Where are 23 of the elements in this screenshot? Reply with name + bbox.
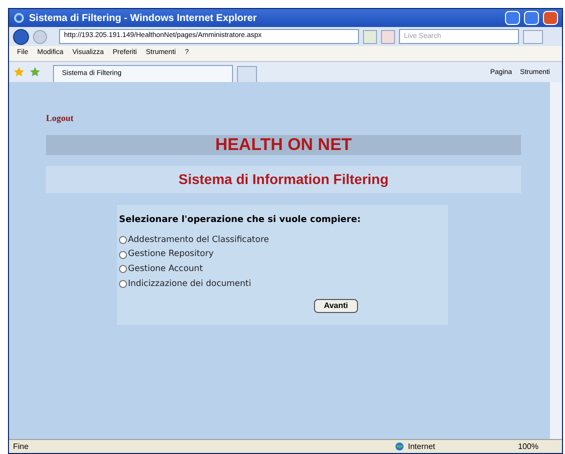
form-prompt: Selezionare l'operazione che si vuole compiere: (119, 214, 362, 227)
option-label: Gestione Account (128, 263, 203, 276)
page-subtitle: Sistema di Information Filtering (178, 170, 389, 189)
option-label: Gestione Repository (128, 248, 214, 261)
zoom-level[interactable]: 100% (518, 440, 558, 452)
minimize-button[interactable] (505, 11, 520, 25)
radio-button[interactable] (119, 265, 127, 274)
radio-button[interactable] (119, 236, 127, 244)
logout-link[interactable]: Logout (46, 112, 74, 126)
option-label: Addestramento del Classificatore (128, 234, 270, 246)
favorites-star-icon[interactable] (13, 66, 25, 78)
back-button[interactable] (13, 28, 29, 44)
window-title: Sistema di Filtering - Windows Internet Explorer (29, 12, 258, 26)
radio-button[interactable] (119, 250, 127, 259)
next-button[interactable]: Avanti (314, 298, 358, 312)
close-button[interactable] (543, 11, 558, 25)
status-text: Fine (13, 440, 30, 452)
maximize-button[interactable] (524, 11, 539, 25)
site-title: HEALTH ON NET (215, 134, 352, 156)
security-zone: Internet (408, 440, 436, 452)
option-label: Indicizzazione dei documenti (128, 278, 252, 290)
scrollbar[interactable] (549, 82, 562, 439)
radio-button[interactable] (119, 280, 127, 288)
